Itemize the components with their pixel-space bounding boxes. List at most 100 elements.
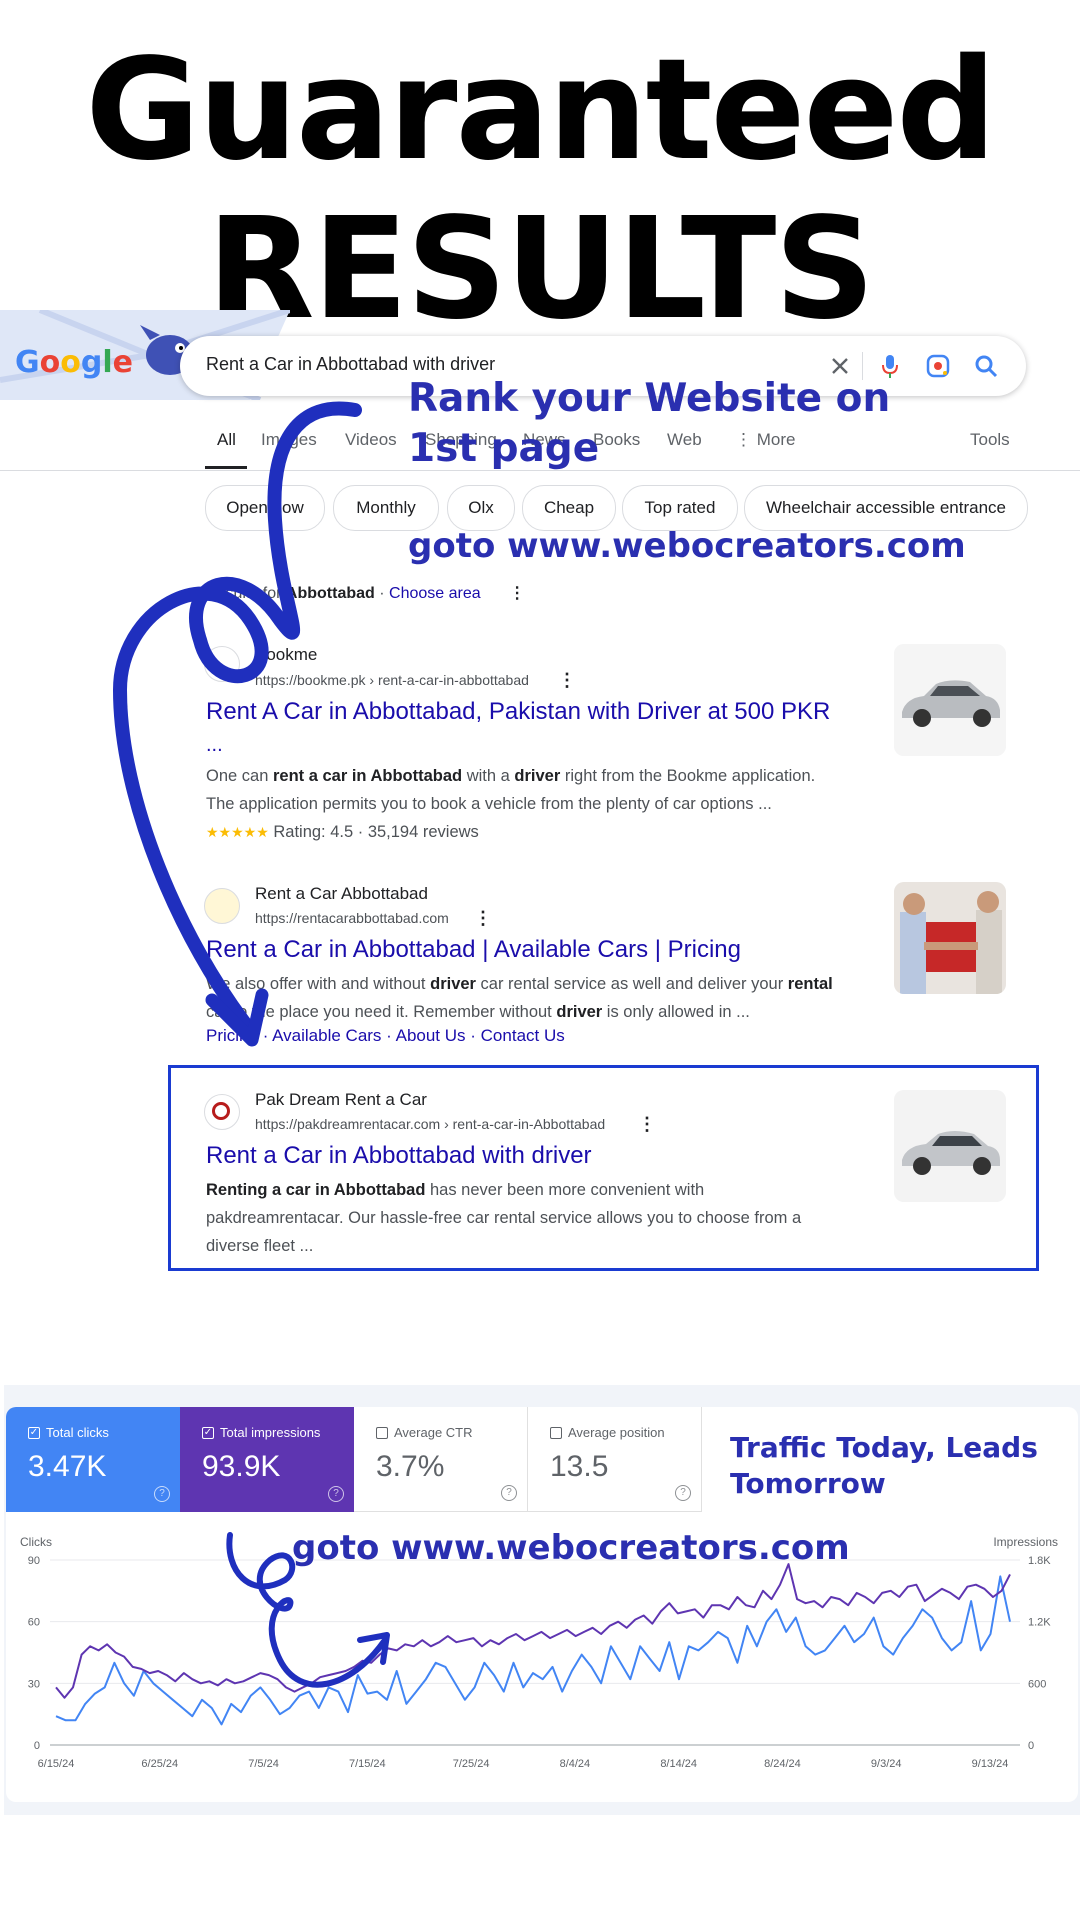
promo-rank-line1: Rank your Website on [408,376,891,421]
result2-url[interactable]: https://rentacarabbottabad.com [255,910,449,926]
result2-snippet-line1: We also offer with and without driver ca… [206,970,833,998]
metric-total-impressions[interactable]: ✓ Total impressions 93.9K ? [180,1407,354,1512]
promo-goto-2[interactable]: goto www.webocreators.com [292,1528,850,1568]
metric-label: Total impressions [220,1425,321,1440]
help-icon[interactable]: ? [328,1486,344,1502]
result1-url[interactable]: https://bookme.pk › rent-a-car-in-abbott… [255,672,529,688]
result1-snippet-line1: One can rent a car in Abbottabad with a … [206,762,815,790]
x-tick-label: 7/5/24 [248,1758,279,1770]
metric-average-position[interactable]: Average position 13.5 ? [528,1407,702,1512]
metric-value: 13.5 [550,1450,609,1483]
result2-title[interactable]: Rent a Car in Abbottabad | Available Car… [206,936,741,964]
sitelink-contact-us[interactable]: Contact Us [481,1026,565,1045]
right-axis-ticks: 0 600 1.2K 1.8K [1028,1555,1051,1752]
result3-snippet: Renting a car in Abbottabad has never be… [206,1176,801,1260]
result1-title-cont[interactable]: ... [206,734,223,757]
sitelink-available-cars[interactable]: Available Cars [272,1026,381,1045]
right-tick-label: 600 [1028,1678,1046,1690]
sitelink-about-us[interactable]: About Us [396,1026,466,1045]
snip-text: car to the place you need it. Remember w… [206,1003,557,1021]
result3-url[interactable]: https://pakdreamrentacar.com › rent-a-ca… [255,1116,605,1132]
left-axis-ticks: 0 30 60 90 [28,1555,40,1752]
x-tick-label: 7/15/24 [349,1758,386,1770]
promo-traffic-line2: Tomorrow [730,1467,886,1500]
choose-area-link[interactable]: Choose area [389,585,481,602]
x-tick-label: 7/25/24 [453,1758,490,1770]
snip-bold: Renting a car in Abbottabad [206,1181,426,1199]
x-tick-label: 6/15/24 [38,1758,75,1770]
snip-text: We also offer with and without [206,975,431,993]
headline-guaranteed: Guaranteed [85,29,996,192]
results-for-sep: · [374,585,390,602]
snip-text: is only allowed in ... [602,1003,750,1021]
checkbox-checked-icon[interactable]: ✓ [28,1426,40,1439]
tab-tools[interactable]: Tools [970,430,1010,450]
metric-average-ctr[interactable]: Average CTR 3.7% ? [354,1407,528,1512]
result2-handshake-thumbnail[interactable] [894,882,1006,994]
help-icon[interactable]: ? [675,1485,691,1501]
chip-monthly[interactable]: Monthly [333,485,439,531]
result3-title[interactable]: Rent a Car in Abbottabad with driver [206,1142,592,1170]
promo-rank-line2: 1st page [408,426,600,471]
result1-more-icon[interactable]: ⋮ [558,670,576,691]
snip-bold: rental [787,975,833,993]
x-tick-label: 8/14/24 [660,1758,697,1770]
chip-open-now[interactable]: Open now [205,485,325,531]
snip-text: with a [462,767,515,785]
x-tick-label: 8/24/24 [764,1758,801,1770]
x-tick-label: 9/13/24 [972,1758,1009,1770]
chip-top-rated[interactable]: Top rated [622,485,738,531]
result1-car-thumbnail[interactable] [894,644,1006,756]
right-axis-label: Impressions [993,1535,1058,1549]
snip-bold: driver [430,975,476,993]
metric-value: 3.47K [28,1450,107,1483]
tab-all[interactable]: All [217,430,236,450]
snip-text: has never been more convenient with [425,1181,705,1199]
active-tab-indicator [205,466,247,469]
result3-site[interactable]: Pak Dream Rent a Car [255,1090,427,1110]
more-options-icon[interactable]: ⋮ [509,585,525,602]
promo-goto-1[interactable]: goto www.webocreators.com [408,526,966,566]
help-icon[interactable]: ? [154,1486,170,1502]
result1-title[interactable]: Rent A Car in Abbottabad, Pakistan with … [206,698,830,726]
result3-car-thumbnail[interactable] [894,1090,1006,1202]
result2-snippet-line2: car to the place you need it. Remember w… [206,998,833,1026]
results-for-place: Abbottabad [285,585,375,602]
chip-cheap[interactable]: Cheap [522,485,616,531]
chip-wheelchair[interactable]: Wheelchair accessible entrance [744,485,1028,531]
snip-bold: driver [556,1003,603,1021]
right-tick-label: 1.2K [1028,1617,1051,1629]
help-icon[interactable]: ? [501,1485,517,1501]
metric-total-clicks[interactable]: ✓ Total clicks 3.47K ? [6,1407,180,1512]
snip-bold: rent a car in Abbottabad [272,767,463,785]
promo-traffic: Traffic Today, Leads Tomorrow [730,1430,1038,1502]
result1-rating: Rating: 4.5 · 35,194 reviews [273,823,479,841]
chip-olx[interactable]: Olx [447,485,515,531]
snip-text: One can [206,767,273,785]
pakdream-logo-icon [212,1102,230,1120]
search-icon[interactable] [970,350,1002,382]
result1-snippet: One can rent a car in Abbottabad with a … [206,762,815,846]
result2-more-icon[interactable]: ⋮ [474,908,492,929]
tab-videos[interactable]: Videos [345,430,397,450]
search-query[interactable]: Rent a Car in Abbottabad with driver [206,354,495,375]
result2-sitelinks: Pricing · Available Cars · About Us · Co… [206,1026,565,1045]
left-tick-label: 0 [34,1740,40,1752]
checkbox-unchecked-icon[interactable] [376,1426,388,1439]
checkbox-unchecked-icon[interactable] [550,1426,562,1439]
result2-site[interactable]: Rent a Car Abbottabad [255,884,428,904]
sitelink-pricing[interactable]: Pricing [206,1026,258,1045]
result3-more-icon[interactable]: ⋮ [638,1114,656,1135]
metric-label: Average CTR [394,1425,473,1440]
result1-site[interactable]: Bookme [255,645,317,665]
checkbox-checked-icon[interactable]: ✓ [202,1426,214,1439]
tab-images[interactable]: Images [261,430,317,450]
x-tick-label: 8/4/24 [560,1758,591,1770]
google-lens-icon[interactable] [922,350,954,382]
chart-grid [50,1559,1020,1746]
metric-label: Average position [568,1425,665,1440]
right-tick-label: 0 [1028,1740,1034,1752]
metric-label: Total clicks [46,1425,109,1440]
result2-snippet: We also offer with and without driver ca… [206,970,833,1026]
bookme-favicon [204,646,240,682]
